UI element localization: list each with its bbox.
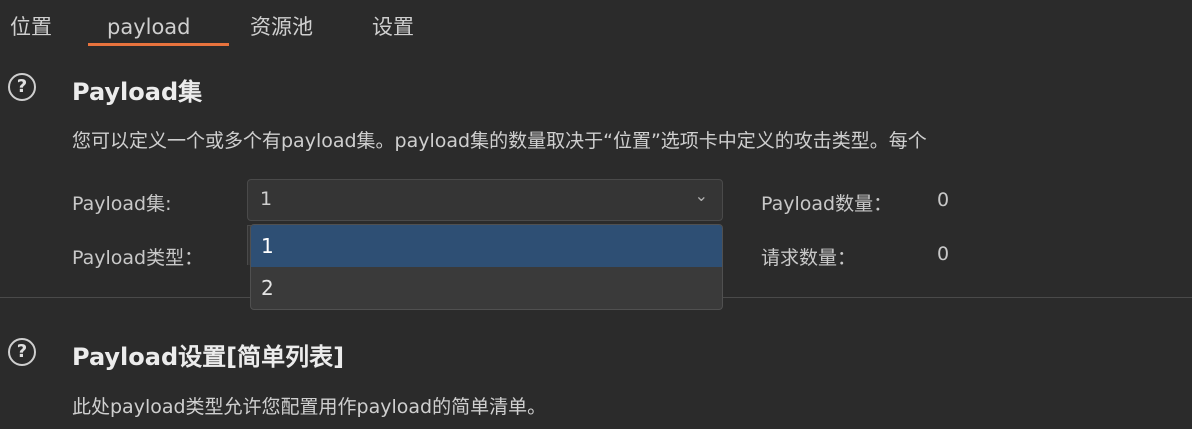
tab-bar: 位置 payload 资源池 设置 [0, 0, 1192, 46]
section-title-payload-sets: Payload集 [72, 78, 203, 106]
dropdown-option-2[interactable]: 2 [251, 267, 722, 309]
payload-set-dropdown: 1 2 [250, 224, 723, 310]
chevron-down-icon: ⌄ [694, 186, 708, 205]
payload-count-label: Payload数量： [761, 193, 893, 215]
section-title-payload-settings: Payload设置[简单列表] [72, 343, 345, 371]
payload-type-label: Payload类型： [72, 247, 204, 269]
tab-resource-pool[interactable]: 资源池 [250, 14, 313, 50]
payload-set-value: 1 [260, 188, 273, 210]
tab-settings[interactable]: 设置 [372, 14, 414, 50]
payload-set-select[interactable]: 1 ⌄ [247, 179, 723, 221]
payload-settings-description: 此处payload类型允许您配置用作payload的简单清单。 [72, 396, 547, 418]
request-count-label: 请求数量： [761, 247, 857, 269]
request-count-value: 0 [937, 243, 950, 265]
payload-count-value: 0 [937, 189, 950, 211]
tab-positions[interactable]: 位置 [10, 14, 52, 50]
active-tab-indicator [88, 43, 229, 46]
intruder-payloads-panel: 位置 payload 资源池 设置 ? Payload集 您可以定义一个或多个有… [0, 0, 1192, 429]
help-icon[interactable]: ? [8, 73, 36, 101]
payload-set-label: Payload集: [72, 193, 172, 215]
payload-sets-description: 您可以定义一个或多个有payload集。payload集的数量取决于“位置”选项… [72, 130, 927, 152]
dropdown-option-1[interactable]: 1 [251, 225, 722, 267]
help-icon[interactable]: ? [8, 338, 36, 366]
